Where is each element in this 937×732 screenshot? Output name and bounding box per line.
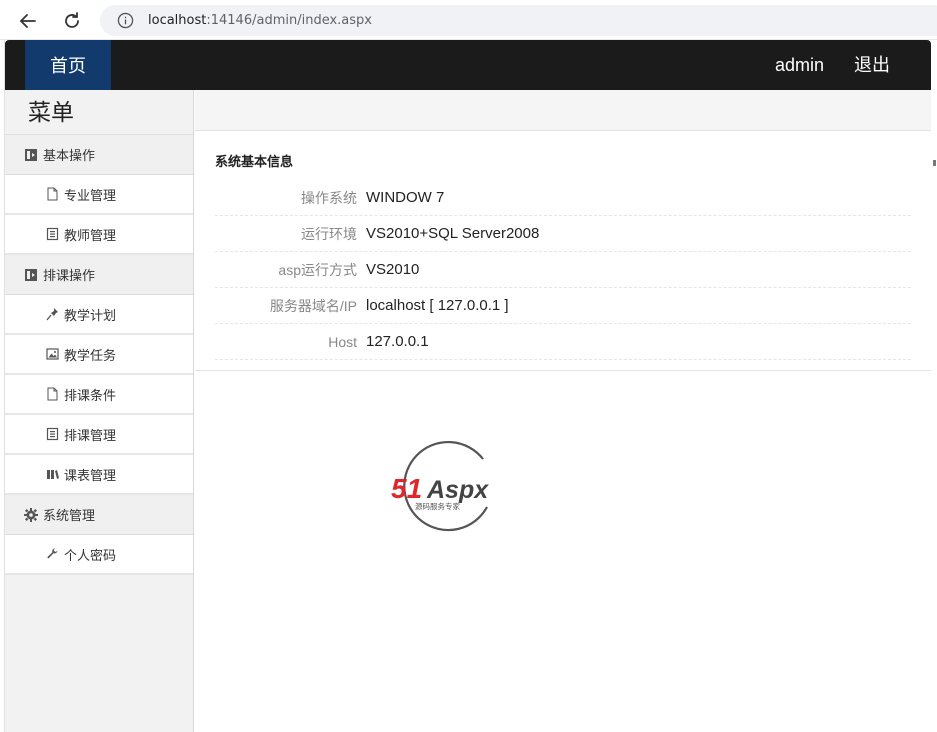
list-icon [46,227,59,241]
file-icon [46,187,59,201]
sidebar-item-teacher[interactable]: 教师管理 [5,215,193,255]
51aspx-logo: 51 Aspx 源码服务专家 [387,440,513,533]
logo-aspx: Aspx [426,476,489,504]
sidebar-item-label: 课表管理 [64,467,117,483]
info-value: 127.0.0.1 [366,333,429,350]
info-label: Host [328,333,357,350]
sidebar-item-password[interactable]: 个人密码 [5,535,193,575]
scrollbar-marker[interactable] [932,156,936,168]
menu-group-system[interactable]: 系统管理 [5,495,193,535]
sidebar-item-label: 教学计划 [64,307,117,323]
back-button[interactable] [13,6,43,36]
url-text: localhost:14146/admin/index.aspx [148,13,372,28]
menu-group-label: 基本操作 [43,148,96,163]
gear-icon [24,507,38,522]
list-user-icon [24,148,38,162]
menu-group-scheduling[interactable]: 排课操作 [5,255,193,295]
panel-title: 系统基本信息 [215,154,294,169]
info-row-server: 服务器域名/IP localhost [ 127.0.0.1 ] [215,288,911,324]
sidebar-item-label: 排课管理 [64,427,117,443]
reload-icon [65,12,79,28]
sidebar-item-label: 教学任务 [64,347,117,363]
info-value: localhost [ 127.0.0.1 ] [366,297,509,314]
logout-link[interactable]: 退出 [854,40,890,90]
current-user[interactable]: admin [775,40,824,90]
main-content: 系统基本信息 操作系统 WINDOW 7 运行环境 VS2010+SQL Ser… [195,90,931,732]
info-label: 服务器域名/IP [269,297,357,314]
info-row-env: 运行环境 VS2010+SQL Server2008 [215,216,911,252]
info-value: VS2010+SQL Server2008 [366,225,540,242]
reload-button[interactable] [57,6,87,36]
address-bar[interactable]: localhost:14146/admin/index.aspx [100,5,937,36]
wrench-icon [46,547,59,561]
info-row-host: Host 127.0.0.1 [215,324,911,360]
url-host: localhost [148,13,207,28]
sidebar-item-timetable[interactable]: 课表管理 [5,455,193,495]
pushpin-icon [46,307,59,321]
info-value: VS2010 [366,261,420,278]
book-icon [46,467,59,481]
info-row-os: 操作系统 WINDOW 7 [215,180,911,216]
menu-group-label: 系统管理 [43,508,96,523]
sidebar-item-label: 个人密码 [64,547,117,563]
sidebar-item-schedule-condition[interactable]: 排课条件 [5,375,193,415]
site-info-icon[interactable] [116,12,134,30]
info-row-asp-mode: asp运行方式 VS2010 [215,252,911,288]
sidebar-item-teaching-plan[interactable]: 教学计划 [5,295,193,335]
sidebar-item-label: 教师管理 [64,227,117,243]
logo-51: 51 [391,473,422,504]
menu-title: 菜单 [5,90,193,135]
back-arrow-icon [19,14,36,28]
sidebar-menu: 菜单 基本操作 专业管理 教师管理 排课操作 教学计划 教学任务 排课条件 排课… [5,90,194,732]
sidebar-item-schedule-manage[interactable]: 排课管理 [5,415,193,455]
info-value: WINDOW 7 [366,189,445,206]
sidebar-item-major[interactable]: 专业管理 [5,175,193,215]
sidebar-item-label: 专业管理 [64,187,117,203]
list-icon [46,427,59,441]
picture-icon [46,347,59,361]
sidebar-item-label: 排课条件 [64,387,117,403]
home-tab[interactable]: 首页 [25,40,111,90]
info-label: 运行环境 [301,225,357,242]
system-info-panel: 系统基本信息 操作系统 WINDOW 7 运行环境 VS2010+SQL Ser… [195,131,931,371]
menu-group-basic[interactable]: 基本操作 [5,135,193,175]
info-label: asp运行方式 [278,261,357,278]
top-navbar: 首页 admin 退出 [5,40,931,90]
content-header-strip [195,90,931,131]
browser-toolbar: localhost:14146/admin/index.aspx [0,0,937,40]
list-user-icon [24,268,38,282]
info-label: 操作系统 [301,189,357,206]
menu-group-label: 排课操作 [43,268,96,283]
url-path: :14146/admin/index.aspx [206,13,372,28]
file-icon [46,387,59,401]
admin-app: 首页 admin 退出 菜单 基本操作 专业管理 教师管理 排课操作 教学计划 … [4,40,931,732]
sidebar-item-teaching-task[interactable]: 教学任务 [5,335,193,375]
logo-subtitle: 源码服务专家 [415,501,460,511]
